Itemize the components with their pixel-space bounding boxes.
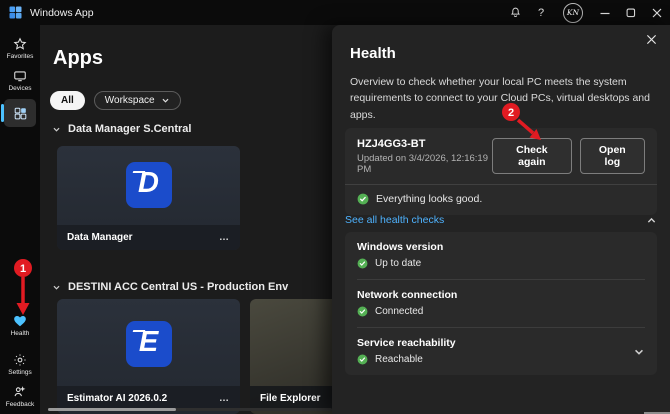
health-panel-description: Overview to check whether your local PC … — [350, 74, 654, 123]
sidebar-item-label: Health — [11, 330, 30, 337]
sidebar: Favorites Devices Health — [0, 25, 40, 414]
check-circle-icon — [357, 306, 368, 317]
bell-icon — [509, 6, 522, 19]
divider — [345, 184, 657, 185]
filter-workspace-label: Workspace — [105, 95, 155, 106]
app-name: File Explorer — [260, 393, 321, 404]
check-row-network-connection: Network connection Connected — [345, 280, 657, 327]
data-manager-logo: D — [126, 162, 172, 208]
titlebar: Windows App ? KN — [0, 0, 670, 25]
close-icon — [646, 34, 657, 45]
chevron-up-icon[interactable] — [646, 215, 657, 226]
sidebar-item-apps[interactable] — [4, 99, 36, 127]
close-icon — [652, 8, 662, 18]
health-panel: Health Overview to check whether your lo… — [332, 25, 670, 414]
check-row-windows-version: Windows version Up to date — [345, 232, 657, 279]
tile-footer: Estimator AI 2026.0.2 … — [57, 386, 240, 410]
more-options-icon[interactable]: … — [219, 393, 230, 404]
sidebar-item-label: Favorites — [7, 53, 34, 60]
health-summary-text: Everything looks good. — [376, 193, 482, 205]
health-checks-card: Windows version Up to date Network conne… — [345, 232, 657, 375]
close-panel-button[interactable] — [646, 32, 657, 50]
notifications-button[interactable] — [502, 0, 528, 25]
check-row-service-reachability[interactable]: Service reachability Reachable — [345, 328, 657, 375]
sidebar-item-label: Devices — [8, 85, 31, 92]
health-panel-title: Health — [350, 45, 396, 62]
chevron-down-icon[interactable] — [633, 346, 645, 358]
feedback-icon — [13, 385, 27, 399]
scrollbar-thumb[interactable] — [48, 408, 176, 411]
horizontal-scrollbar[interactable] — [48, 408, 332, 411]
open-log-button[interactable]: Open log — [580, 138, 645, 174]
see-all-health-checks[interactable]: See all health checks — [345, 214, 657, 226]
app-name: Data Manager — [67, 232, 133, 243]
sidebar-item-health[interactable]: Health — [0, 314, 40, 337]
see-all-link[interactable]: See all health checks — [345, 214, 444, 226]
star-icon — [13, 37, 27, 51]
filter-workspace[interactable]: Workspace — [94, 91, 181, 110]
tile-footer: Data Manager … — [57, 225, 240, 250]
section-title: Data Manager S.Central — [68, 123, 191, 135]
help-button[interactable]: ? — [528, 0, 554, 25]
app-tile-data-manager[interactable]: D Data Manager … — [57, 146, 240, 250]
chevron-down-icon — [161, 96, 170, 105]
minimize-button[interactable] — [592, 0, 618, 25]
check-again-button[interactable]: Check again — [492, 138, 572, 174]
check-title: Network connection — [357, 289, 645, 301]
sidebar-item-feedback[interactable]: Feedback — [0, 385, 40, 408]
gear-icon — [13, 353, 27, 367]
sidebar-item-label: Settings — [8, 369, 32, 376]
logo-stripe — [132, 171, 145, 173]
device-name: HZJ4GG3-BT — [357, 138, 492, 150]
filter-all[interactable]: All — [50, 91, 85, 110]
avatar[interactable]: KN — [563, 3, 583, 23]
section-header-1[interactable]: Data Manager S.Central — [52, 123, 191, 135]
device-updated-timestamp: Updated on 3/4/2026, 12:16:19 PM — [357, 153, 492, 175]
section-header-2[interactable]: DESTINI ACC Central US - Production Env — [52, 281, 288, 293]
check-status: Up to date — [375, 258, 421, 269]
check-circle-icon — [357, 258, 368, 269]
sidebar-item-label: Feedback — [6, 401, 35, 408]
monitor-icon — [13, 69, 27, 83]
logo-letter: D — [138, 169, 159, 201]
app-tile-estimator[interactable]: E Estimator AI 2026.0.2 … — [57, 299, 240, 414]
estimator-logo: E — [126, 321, 172, 367]
maximize-icon — [626, 8, 636, 18]
logo-stripe — [132, 330, 145, 332]
chevron-down-icon — [52, 125, 61, 134]
app-title: Windows App — [30, 7, 94, 19]
sidebar-item-settings[interactable]: Settings — [0, 353, 40, 376]
windows-logo-icon — [9, 6, 22, 19]
minimize-icon — [600, 8, 610, 18]
sidebar-item-devices[interactable]: Devices — [0, 69, 40, 92]
check-title: Windows version — [357, 241, 645, 253]
heart-icon — [13, 314, 27, 328]
section-title: DESTINI ACC Central US - Production Env — [68, 281, 288, 293]
check-circle-icon — [357, 193, 369, 205]
more-options-icon[interactable]: … — [219, 232, 230, 243]
check-status: Reachable — [375, 354, 423, 365]
close-window-button[interactable] — [644, 0, 670, 25]
check-circle-icon — [357, 354, 368, 365]
apps-grid-icon — [13, 106, 28, 121]
maximize-button[interactable] — [618, 0, 644, 25]
filter-pills: All Workspace — [50, 91, 181, 110]
app-name: Estimator AI 2026.0.2 — [67, 393, 167, 404]
chevron-down-icon — [52, 283, 61, 292]
page-title: Apps — [53, 47, 103, 70]
check-title: Service reachability — [357, 337, 645, 349]
check-status: Connected — [375, 306, 423, 317]
logo-letter: E — [139, 328, 158, 360]
windows-app-window: Windows App ? KN — [0, 0, 670, 414]
device-health-card: HZJ4GG3-BT Updated on 3/4/2026, 12:16:19… — [345, 128, 657, 215]
sidebar-item-favorites[interactable]: Favorites — [0, 37, 40, 60]
